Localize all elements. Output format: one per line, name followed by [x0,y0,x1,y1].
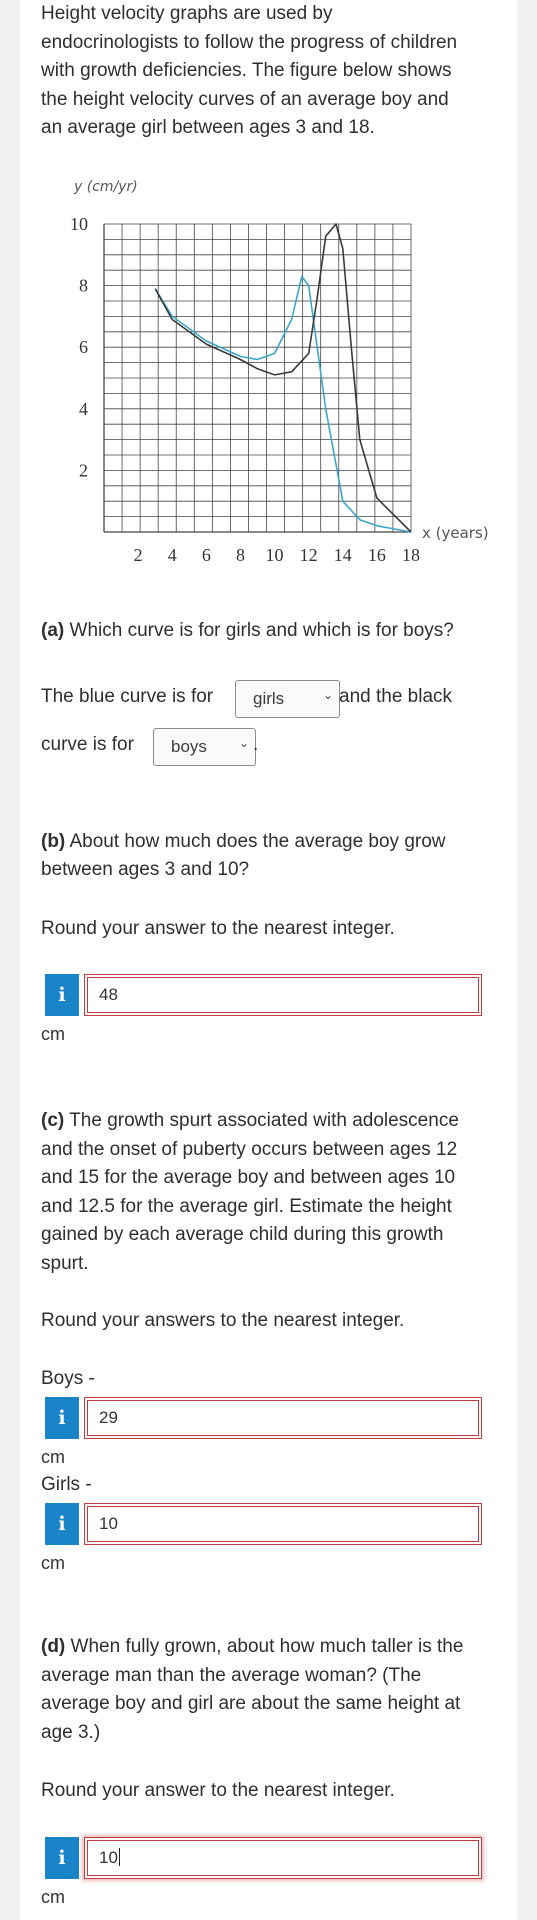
part-c-text-1: The growth spurt associated with adolesc… [69,1110,459,1131]
boys-answer-field: i 29 [45,1397,482,1439]
black-curve-select-value: boys [171,737,207,756]
part-b-instruction: Round your answer to the nearest integer… [41,918,395,939]
part-a-question: (a) Which curve is for girls and which i… [41,617,454,646]
part-d-unit: cm [41,1887,65,1907]
part-b-answer-input[interactable]: 48 [84,974,482,1016]
part-d-question-line-3: average boy and girl are about the same … [41,1693,461,1714]
part-c-question-line-1: (c) The growth spurt associated with ado… [41,1107,459,1136]
part-b-unit: cm [41,1024,65,1044]
part-b-question-line-1: (b) About how much does the average boy … [41,828,446,857]
part-a-text: Which curve is for girls and which is fo… [69,620,454,641]
x-tick-label: 14 [334,545,352,565]
intro-line-5: an average girl between ages 3 and 18. [41,117,375,138]
part-b-text-1: About how much does the average boy grow [69,831,446,852]
intro-line-1: Height velocity graphs are used by [41,3,333,24]
girls-answer-input[interactable]: 10 [84,1503,482,1545]
y-axis-label: y (cm/yr) [73,179,138,195]
blue-curve [154,275,412,533]
boys-answer-value: 29 [99,1408,118,1427]
part-c-question-line-6: spurt. [41,1253,89,1274]
part-a-line1-text: The blue curve is for [41,686,214,707]
part-d-question-line-4: age 3.) [41,1722,101,1743]
text-caret [118,1848,120,1866]
part-d-label: (d) [41,1636,66,1657]
intro-line-4: the height velocity curves of an average… [41,88,449,110]
y-tick-label: 2 [79,460,88,480]
chevron-down-icon: ⌄ [322,688,333,702]
info-icon[interactable]: i [45,974,79,1016]
x-tick-label: 8 [236,545,245,565]
part-c-question-line-4: and 12.5 for the average girl. Estimate … [41,1196,452,1217]
chevron-down-icon: ⌄ [238,736,249,750]
part-b-answer-field: i 48 [45,974,482,1016]
y-tick-label: 6 [79,337,88,357]
chart-grid [103,223,412,533]
x-tick-label: 6 [202,545,211,565]
y-tick-label: 10 [70,214,88,234]
part-d-answer-value: 10 [99,1848,118,1867]
y-tick-labels: 2 4 6 8 10 [70,214,88,480]
part-b-question-line-2: between ages 3 and 10? [41,859,250,880]
girls-unit: cm [41,1553,65,1573]
x-tick-label: 12 [300,545,318,565]
part-d-answer-field: i 10 [45,1837,482,1879]
blue-curve-select[interactable]: girls ⌄ [235,680,340,718]
part-c-question-line-5: gained by each average child during this… [41,1224,444,1245]
part-a-line1-after: and the black [339,686,453,707]
info-icon[interactable]: i [45,1397,79,1439]
part-a-label: (a) [41,620,65,641]
intro-line-2: endocrinologists to follow the progress … [41,31,458,53]
part-b-answer-value: 48 [99,985,118,1004]
girls-label: Girls - [41,1474,92,1495]
part-a-line2-text: curve is for [41,734,134,755]
y-tick-label: 4 [79,399,88,419]
part-c-question-line-2: and the onset of puberty occurs between … [41,1139,458,1160]
part-d-instruction: Round your answer to the nearest integer… [41,1780,395,1801]
x-tick-label: 4 [168,545,177,565]
girls-answer-field: i 10 [45,1503,482,1545]
part-d-question-line-1: (d) When fully grown, about how much tal… [41,1633,463,1662]
part-a-line2-after: . [253,734,259,755]
x-tick-label: 16 [368,545,386,565]
y-tick-label: 8 [79,276,88,296]
part-c-question-line-3: and 15 for the average boy and between a… [41,1167,456,1188]
x-tick-label: 2 [134,545,143,565]
x-tick-label: 18 [402,545,420,565]
x-axis-label: x (years) [422,524,489,542]
girls-answer-value: 10 [99,1514,118,1533]
boys-label: Boys - [41,1368,95,1389]
info-icon[interactable]: i [45,1503,79,1545]
part-d-text-1: When fully grown, about how much taller … [70,1636,464,1657]
boys-unit: cm [41,1447,65,1467]
height-velocity-chart: 2 4 6 8 10 2 4 6 8 10 12 14 16 18 y (cm/yr) x (years… [70,179,489,565]
x-tick-labels: 2 4 6 8 10 12 14 16 18 [134,545,420,565]
part-d-question-line-2: average man than the average woman? (The [41,1665,422,1686]
question-panel: Height velocity graphs are used by endoc… [20,0,517,1920]
part-d-answer-input[interactable]: 10 [84,1837,482,1879]
blue-curve-select-value: girls [253,689,285,708]
part-c-label: (c) [41,1110,65,1131]
part-c-instruction: Round your answers to the nearest intege… [41,1310,405,1331]
info-icon[interactable]: i [45,1837,79,1879]
boys-answer-input[interactable]: 29 [84,1397,482,1439]
x-tick-label: 10 [266,545,284,565]
black-curve-select[interactable]: boys ⌄ [153,728,256,766]
part-b-label: (b) [41,831,66,852]
intro-line-3: with growth deficiencies. The figure bel… [41,60,452,81]
